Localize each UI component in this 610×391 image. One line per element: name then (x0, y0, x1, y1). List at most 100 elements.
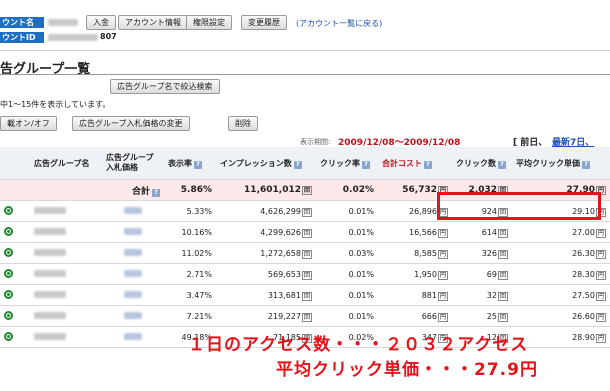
cell-ctr: 0.03% (316, 242, 378, 264)
cell-status[interactable] (0, 284, 30, 306)
status-on-icon[interactable] (4, 226, 13, 236)
account-name-label: ウント名 (0, 17, 44, 28)
group-name-blur (34, 206, 66, 214)
header-bid[interactable]: 広告グループ入札価格 (102, 147, 164, 180)
deposit-button[interactable]: 入金 (86, 15, 116, 30)
cell-status[interactable] (0, 221, 30, 243)
cell-status[interactable] (0, 263, 30, 285)
cell-display-rate: 5.33% (164, 200, 216, 222)
account-id-label: ウントID (0, 32, 44, 43)
bid-blur (124, 290, 142, 298)
group-name-blur (34, 227, 66, 235)
help-icon[interactable]: ? (424, 160, 432, 169)
cell-group-name (30, 326, 102, 348)
help-icon[interactable]: ? (194, 160, 202, 169)
status-on-icon[interactable] (4, 331, 13, 341)
cell-ctr: 0.01% (316, 263, 378, 285)
cell-impressions: 4,626,299 回 (216, 200, 316, 222)
title-underline (0, 74, 610, 75)
cell-bid (102, 200, 164, 222)
cell-impressions: 569,653 回 (216, 263, 316, 285)
help-icon[interactable]: ? (582, 160, 590, 169)
toggle-onoff-button[interactable]: 載オン/オフ (0, 116, 57, 131)
cell-avg-cpc: 28.30 円 (512, 263, 610, 285)
bid-blur (124, 269, 142, 277)
cell-display-rate: 7.21% (164, 305, 216, 327)
cell-clicks: 32 回 (452, 284, 512, 306)
cell-clicks: 614 回 (452, 221, 512, 243)
back-to-account-list-link[interactable]: (アカウント一覧に戻る) (296, 18, 382, 29)
table-row: 10.16% 4,299,626 回 0.01% 16,566 円 614 回 27.00 円 (0, 221, 610, 243)
cell-status[interactable] (0, 242, 30, 264)
range-text: 中1～15件を表示しています。 (0, 100, 111, 109)
account-name-value (48, 19, 78, 26)
header-clicks[interactable]: クリック数? (452, 147, 512, 180)
status-on-icon[interactable] (4, 268, 13, 278)
table-row: 3.47% 313,681 回 0.01% 881 円 32 回 27.50 円 (0, 284, 610, 306)
header-avg-cpc[interactable]: 平均クリック単価? (512, 147, 610, 180)
cell-ctr: 0.01% (316, 200, 378, 222)
total-display-rate: 5.86% (164, 179, 216, 201)
help-icon[interactable]: ? (362, 160, 370, 169)
cell-bid (102, 305, 164, 327)
total-impressions: 11,601,012 回 (216, 179, 316, 201)
total-label: 合計? (30, 179, 164, 201)
header-total-cost[interactable]: 合計コスト? (378, 147, 452, 180)
group-name-blur (34, 311, 66, 319)
table-row: 7.21% 219,227 回 0.01% 666 円 25 回 26.60 円 (0, 305, 610, 327)
cell-impressions: 313,681 回 (216, 284, 316, 306)
cell-display-rate: 3.47% (164, 284, 216, 306)
table-row: 2.71% 569,653 回 0.01% 1,950 円 69 回 28.30 円 (0, 263, 610, 285)
cell-impressions: 4,299,626 回 (216, 221, 316, 243)
cell-cost: 1,950 円 (378, 263, 452, 285)
cell-cost: 8,585 円 (378, 242, 452, 264)
change-history-button[interactable]: 変更履歴 (241, 15, 287, 30)
group-name-blur (34, 248, 66, 256)
permission-settings-button[interactable]: 権限設定 (186, 15, 232, 30)
header-impressions[interactable]: インプレッション数? (216, 147, 316, 180)
cell-status[interactable] (0, 200, 30, 222)
account-id-blur (48, 34, 98, 41)
help-icon[interactable]: ? (498, 160, 506, 169)
bid-blur (124, 227, 142, 235)
cell-clicks: 69 回 (452, 263, 512, 285)
header-status (0, 147, 30, 180)
delete-button[interactable]: 削除 (228, 116, 258, 131)
filter-by-name-button[interactable]: 広告グループ名で絞込検索 (110, 79, 220, 94)
cell-group-name (30, 242, 102, 264)
bid-blur (124, 206, 142, 214)
divider (0, 50, 610, 51)
cell-cost: 16,566 円 (378, 221, 452, 243)
cell-display-rate: 2.71% (164, 263, 216, 285)
header-ctr[interactable]: クリック率? (316, 147, 378, 180)
header-display-rate[interactable]: 表示率? (164, 147, 216, 180)
cell-bid (102, 242, 164, 264)
total-ctr: 0.02% (316, 179, 378, 201)
cell-status[interactable] (0, 305, 30, 327)
cell-bid (102, 284, 164, 306)
cell-cost: 881 円 (378, 284, 452, 306)
group-name-blur (34, 269, 66, 277)
cell-bid (102, 326, 164, 348)
header-group-name[interactable]: 広告グループ名 (30, 147, 102, 180)
table-header-row: 広告グループ名 広告グループ入札価格 表示率? インプレッション数? クリック率… (0, 147, 610, 180)
cell-status[interactable] (0, 326, 30, 348)
help-icon[interactable]: ? (152, 188, 160, 197)
cell-ctr: 0.01% (316, 284, 378, 306)
status-on-icon[interactable] (4, 289, 13, 299)
cell-ctr: 0.01% (316, 305, 378, 327)
ad-group-table: 広告グループ名 広告グループ入札価格 表示率? インプレッション数? クリック率… (0, 147, 610, 348)
account-info-button[interactable]: アカウント情報 (118, 15, 188, 30)
change-bid-button[interactable]: 広告グループ入札価格の変更 (72, 116, 190, 131)
highlight-box (437, 192, 601, 220)
cell-group-name (30, 263, 102, 285)
cell-ctr: 0.01% (316, 221, 378, 243)
help-icon[interactable]: ? (293, 160, 302, 169)
status-on-icon[interactable] (4, 247, 13, 257)
cell-avg-cpc: 27.00 円 (512, 221, 610, 243)
table-row: 11.02% 1,272,658 回 0.03% 8,585 円 326 回 26.30 円 (0, 242, 610, 264)
status-on-icon[interactable] (4, 310, 13, 320)
cell-bid (102, 263, 164, 285)
status-on-icon[interactable] (4, 205, 13, 215)
cell-display-rate: 10.16% (164, 221, 216, 243)
